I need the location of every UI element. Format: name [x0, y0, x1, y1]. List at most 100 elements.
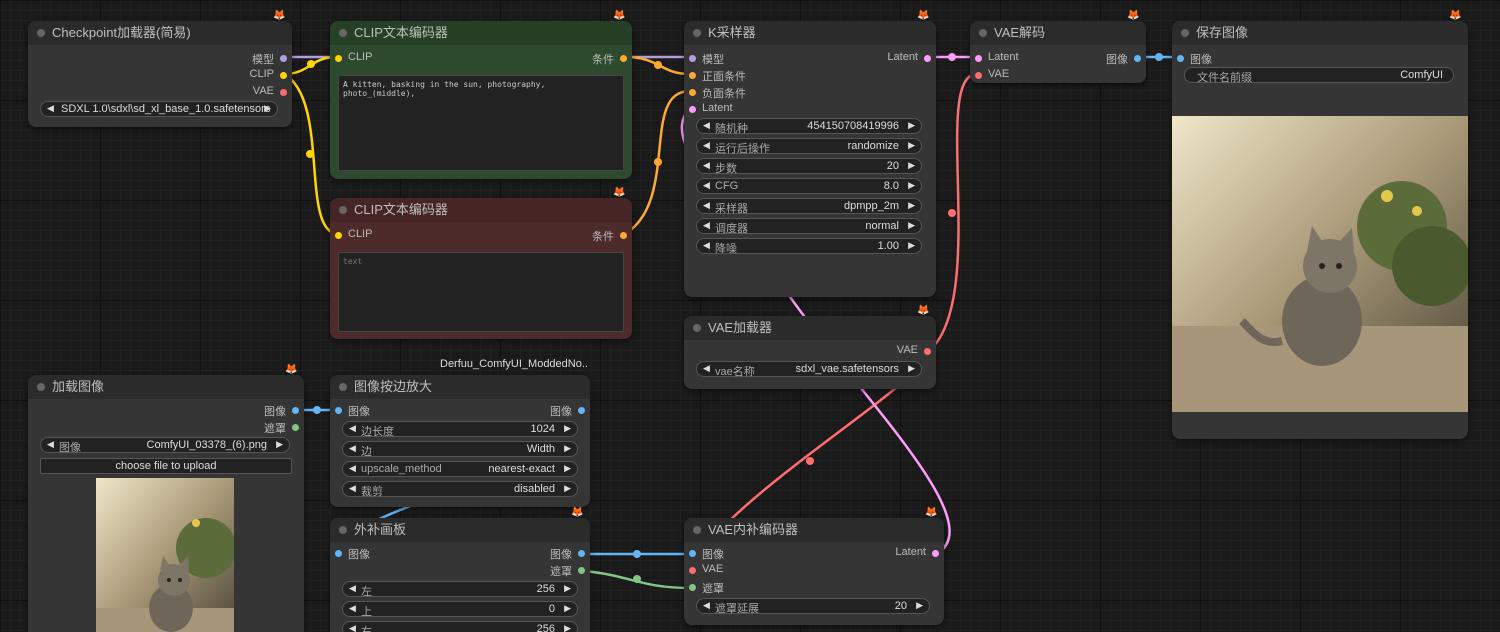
node-title-bar[interactable]: Checkpoint加载器(简易) — [28, 21, 292, 45]
port-dot-icon[interactable] — [689, 550, 696, 557]
input-image[interactable]: 图像 — [684, 546, 724, 562]
input-vae[interactable]: VAE — [970, 68, 1009, 84]
node-title-bar[interactable]: CLIP文本编码器 — [330, 21, 632, 45]
arrow-right-icon[interactable]: ▶ — [276, 439, 283, 450]
arrow-left-icon[interactable]: ◀ — [349, 583, 356, 594]
image-file-widget[interactable]: ◀ 图像 ComfyUI_03378_(6).png ▶ — [40, 437, 290, 454]
side-length-widget[interactable]: ◀ 边长度 1024 ▶ — [342, 421, 578, 438]
output-mask[interactable]: 遮罩 — [264, 420, 304, 436]
arrow-right-icon[interactable]: ▶ — [564, 483, 571, 494]
port-dot-icon[interactable] — [689, 584, 696, 591]
port-dot-icon[interactable] — [932, 550, 939, 557]
node-title-bar[interactable]: CLIP文本编码器 — [330, 198, 632, 222]
arrow-right-icon[interactable]: ▶ — [916, 600, 923, 611]
arrow-left-icon[interactable]: ◀ — [349, 423, 356, 434]
arrow-right-icon[interactable]: ▶ — [908, 240, 915, 251]
output-clip[interactable]: CLIP — [250, 68, 292, 84]
port-dot-icon[interactable] — [689, 89, 696, 96]
arrow-left-icon[interactable]: ◀ — [703, 120, 710, 131]
control-after-generate-widget[interactable]: ◀ 运行后操作 randomize ▶ — [696, 138, 922, 155]
port-dot-icon[interactable] — [280, 72, 287, 79]
collapse-dot-icon[interactable] — [339, 29, 347, 37]
port-dot-icon[interactable] — [335, 550, 342, 557]
arrow-left-icon[interactable]: ◀ — [349, 463, 356, 474]
output-image[interactable]: 图像 — [550, 403, 590, 419]
input-mask[interactable]: 遮罩 — [684, 580, 724, 596]
port-dot-icon[interactable] — [689, 72, 696, 79]
input-vae[interactable]: VAE — [684, 563, 723, 579]
input-clip[interactable]: CLIP — [330, 228, 372, 244]
port-dot-icon[interactable] — [292, 407, 299, 414]
node-title-bar[interactable]: VAE加载器 — [684, 316, 936, 340]
arrow-left-icon[interactable]: ◀ — [349, 483, 356, 494]
output-latent[interactable]: Latent — [887, 51, 936, 67]
input-clip[interactable]: CLIP — [330, 51, 372, 67]
output-conditioning[interactable]: 条件 — [592, 228, 632, 244]
collapse-dot-icon[interactable] — [1181, 29, 1189, 37]
port-dot-icon[interactable] — [1134, 55, 1141, 62]
collapse-dot-icon[interactable] — [37, 29, 45, 37]
node-title-bar[interactable]: 加载图像 — [28, 375, 304, 399]
vae-loader-node[interactable]: 🦊 VAE加载器 VAE ◀ vae名称 sdxl_vae.safetensors ▶ — [684, 305, 936, 389]
vae-name-widget[interactable]: ◀ vae名称 sdxl_vae.safetensors ▶ — [696, 361, 922, 378]
output-image[interactable]: 图像 — [550, 546, 590, 562]
port-dot-icon[interactable] — [335, 407, 342, 414]
arrow-left-icon[interactable]: ◀ — [703, 600, 710, 611]
arrow-left-icon[interactable]: ◀ — [703, 160, 710, 171]
arrow-left-icon[interactable]: ◀ — [703, 240, 710, 251]
arrow-right-icon[interactable]: ▶ — [908, 120, 915, 131]
cfg-widget[interactable]: ◀ CFG 8.0 ▶ — [696, 178, 922, 194]
port-dot-icon[interactable] — [689, 106, 696, 113]
load-image-node[interactable]: 🦊 加载图像 图像 遮罩 ◀ 图像 ComfyUI_03378_(6).png ▶ c… — [28, 364, 304, 632]
port-dot-icon[interactable] — [280, 89, 287, 96]
pad-left-widget[interactable]: ◀ 左 256 ▶ — [342, 581, 578, 598]
collapse-dot-icon[interactable] — [339, 206, 347, 214]
ksampler-node[interactable]: 🦊 K采样器 模型 Latent 正面条件 负面条件 Latent ◀ 随机种 45… — [684, 10, 936, 297]
port-dot-icon[interactable] — [975, 72, 982, 79]
collapse-dot-icon[interactable] — [693, 526, 701, 534]
port-dot-icon[interactable] — [578, 407, 585, 414]
pad-image-for-outpaint-node[interactable]: 🦊 外补画板 图像 图像 遮罩 ◀ 左 256 ▶ ◀ 上 0 ▶ ◀ 右 256 ▶ — [330, 507, 590, 632]
negative-prompt-textarea[interactable]: text — [338, 252, 624, 332]
steps-widget[interactable]: ◀ 步数 20 ▶ — [696, 158, 922, 175]
pad-right-widget[interactable]: ◀ 右 256 ▶ — [342, 621, 578, 632]
grow-mask-widget[interactable]: ◀ 遮罩延展 20 ▶ — [696, 598, 930, 615]
node-title-bar[interactable]: 图像按边放大 — [330, 375, 590, 399]
arrow-left-icon[interactable]: ◀ — [703, 140, 710, 151]
arrow-left-icon[interactable]: ◀ — [703, 220, 710, 231]
port-dot-icon[interactable] — [335, 232, 342, 239]
node-title-bar[interactable]: 外补画板 — [330, 518, 590, 542]
port-dot-icon[interactable] — [335, 55, 342, 62]
output-vae[interactable]: VAE — [897, 344, 936, 360]
port-dot-icon[interactable] — [620, 55, 627, 62]
arrow-right-icon[interactable]: ▶ — [908, 140, 915, 151]
collapse-dot-icon[interactable] — [339, 383, 347, 391]
clip-text-encode-positive-node[interactable]: 🦊 CLIP文本编码器 CLIP 条件 A kitten, basking in… — [330, 10, 632, 179]
upscale-method-widget[interactable]: ◀ upscale_method nearest-exact ▶ — [342, 461, 578, 477]
port-dot-icon[interactable] — [924, 348, 931, 355]
output-image[interactable]: 图像 — [264, 403, 304, 419]
sampler-widget[interactable]: ◀ 采样器 dpmpp_2m ▶ — [696, 198, 922, 215]
arrow-right-icon[interactable]: ▶ — [564, 583, 571, 594]
node-graph-canvas[interactable]: 🦊 Checkpoint加载器(简易) 模型 CLIP VAE ◀ SDXL 1… — [0, 0, 1500, 632]
arrow-right-icon[interactable]: ▶ — [908, 160, 915, 171]
port-dot-icon[interactable] — [975, 55, 982, 62]
output-model[interactable]: 模型 — [252, 51, 292, 67]
arrow-right-icon[interactable]: ▶ — [908, 180, 915, 191]
side-widget[interactable]: ◀ 边 Width ▶ — [342, 441, 578, 458]
node-title-bar[interactable]: 保存图像 — [1172, 21, 1468, 45]
arrow-left-icon[interactable]: ◀ — [703, 180, 710, 191]
checkpoint-loader-node[interactable]: 🦊 Checkpoint加载器(简易) 模型 CLIP VAE ◀ SDXL 1… — [28, 10, 292, 127]
arrow-left-icon[interactable]: ◀ — [349, 443, 356, 454]
seed-widget[interactable]: ◀ 随机种 454150708419996 ▶ — [696, 118, 922, 135]
arrow-left-icon[interactable]: ◀ — [47, 439, 54, 450]
prompt-textarea[interactable]: A kitten, basking in the sun, photograph… — [338, 75, 624, 171]
node-title-bar[interactable]: VAE内补编码器 — [684, 518, 944, 542]
input-positive[interactable]: 正面条件 — [684, 68, 746, 84]
output-image-preview[interactable] — [1172, 116, 1468, 412]
image-scale-side-node[interactable]: 图像按边放大 图像 图像 ◀ 边长度 1024 ▶ ◀ 边 Width ▶ ◀ upscale… — [330, 375, 590, 507]
input-model[interactable]: 模型 — [684, 51, 724, 67]
scheduler-widget[interactable]: ◀ 调度器 normal ▶ — [696, 218, 922, 235]
output-conditioning[interactable]: 条件 — [592, 51, 632, 67]
ckpt-name-combo[interactable]: ◀ SDXL 1.0\sdxl\sd_xl_base_1.0.safetenso… — [40, 101, 278, 117]
